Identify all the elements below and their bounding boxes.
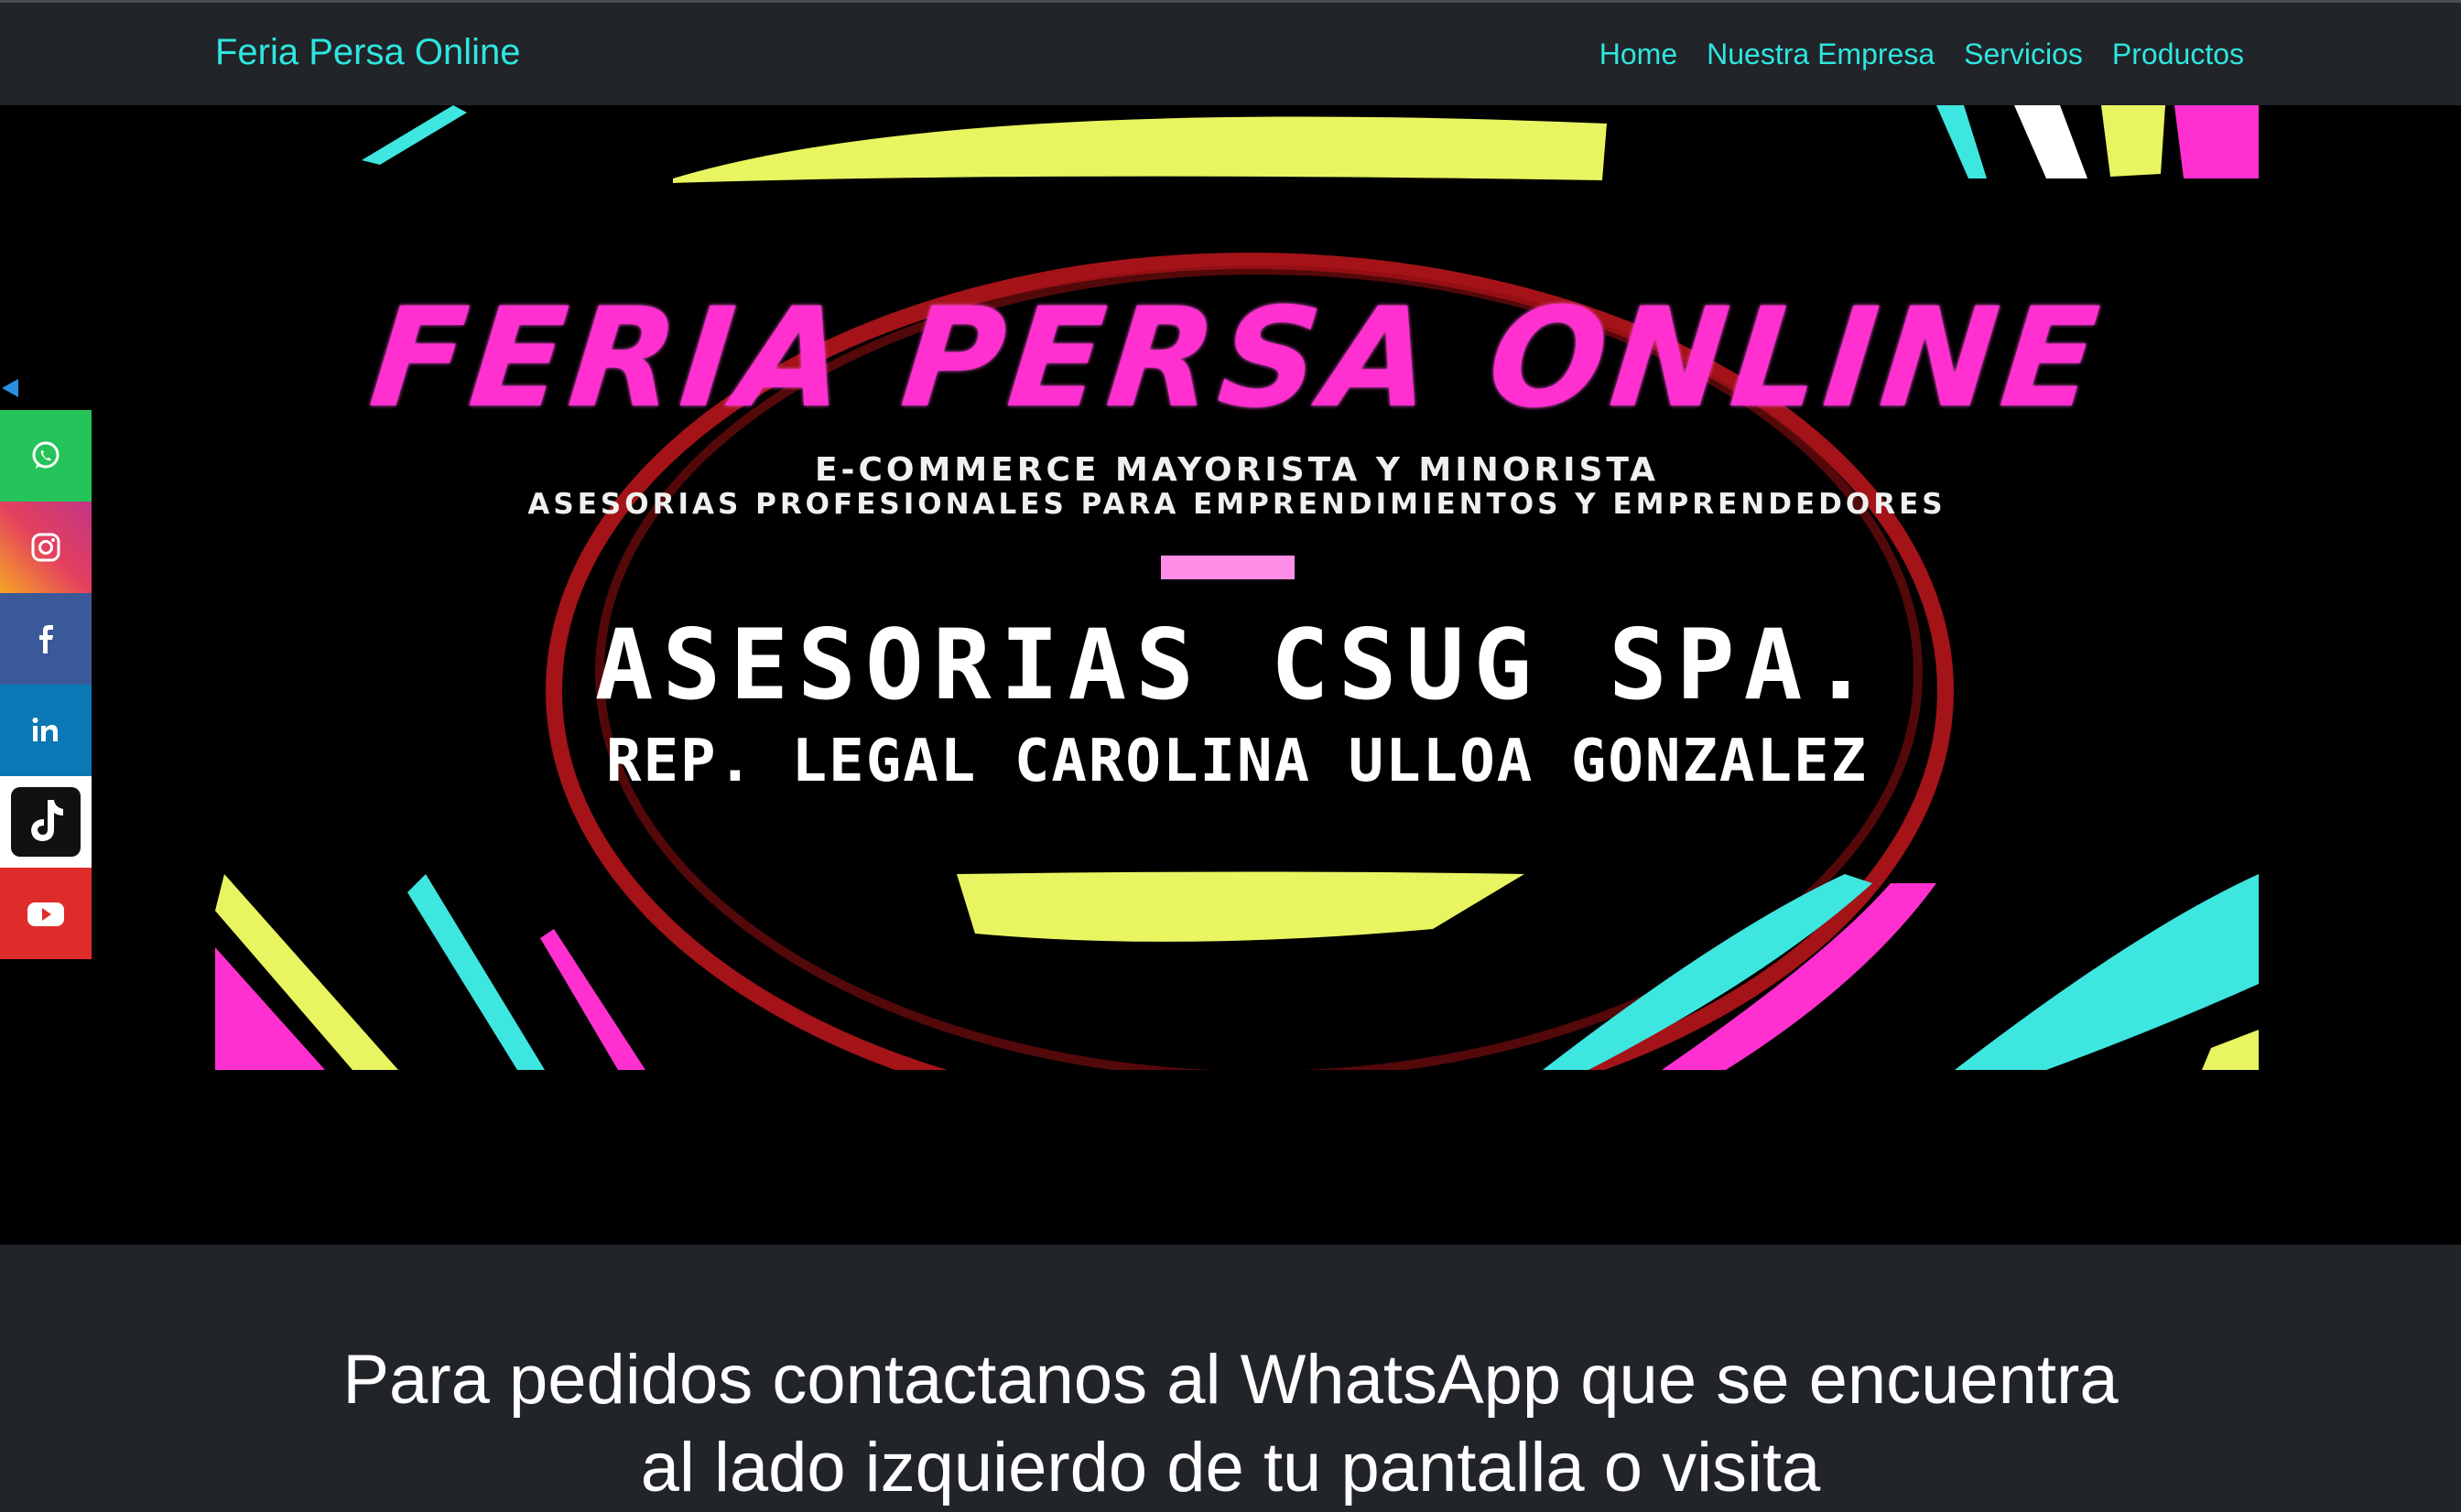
banner-subtitle-asesorias: ASESORIAS PROFESIONALES PARA EMPRENDIMIE…: [527, 488, 1946, 521]
hero-section: FERIA PERSA ONLINE E-COMMERCE MAYORISTA …: [0, 105, 2461, 1245]
youtube-button[interactable]: [0, 868, 92, 959]
nav-empresa-link[interactable]: Nuestra Empresa: [1707, 38, 1935, 71]
contact-message: Para pedidos contactanos al WhatsApp que…: [342, 1341, 2119, 1507]
banner-image: FERIA PERSA ONLINE E-COMMERCE MAYORISTA …: [215, 105, 2259, 1070]
instagram-button[interactable]: [0, 502, 92, 593]
tiktok-button[interactable]: [0, 776, 92, 868]
nav-links: Home Nuestra Empresa Servicios Productos: [1599, 38, 2244, 71]
banner-subtitle-ecommerce: E-COMMERCE MAYORISTA Y MINORISTA: [814, 451, 1660, 489]
banner-title: FERIA PERSA ONLINE: [363, 279, 2110, 438]
facebook-button[interactable]: [0, 593, 92, 685]
instagram-icon: [31, 533, 60, 562]
tiktok-icon: [11, 787, 81, 857]
brand-link[interactable]: Feria Persa Online: [215, 32, 520, 73]
banner-company: ASESORIAS CSUG SPA.: [594, 609, 1880, 721]
nav-servicios-link[interactable]: Servicios: [1964, 38, 2083, 71]
social-sidebar: [0, 410, 92, 959]
content-section: Para pedidos contactanos al WhatsApp que…: [0, 1245, 2461, 1507]
social-toggle-arrow-icon[interactable]: [0, 377, 22, 399]
nav-productos-link[interactable]: Productos: [2112, 38, 2244, 71]
navbar: Feria Persa Online Home Nuestra Empresa …: [0, 3, 2461, 106]
youtube-icon: [27, 902, 64, 926]
banner-brush-strokes: [215, 105, 2259, 1070]
linkedin-icon: [32, 718, 58, 741]
linkedin-button[interactable]: [0, 685, 92, 776]
whatsapp-button[interactable]: [0, 410, 92, 502]
banner-divider: [1161, 556, 1295, 579]
whatsapp-icon: [32, 441, 60, 469]
banner-representative: REP. LEGAL CAROLINA ULLOA GONZALEZ: [605, 728, 1869, 795]
nav-home-link[interactable]: Home: [1599, 38, 1677, 71]
facebook-icon: [39, 625, 53, 653]
